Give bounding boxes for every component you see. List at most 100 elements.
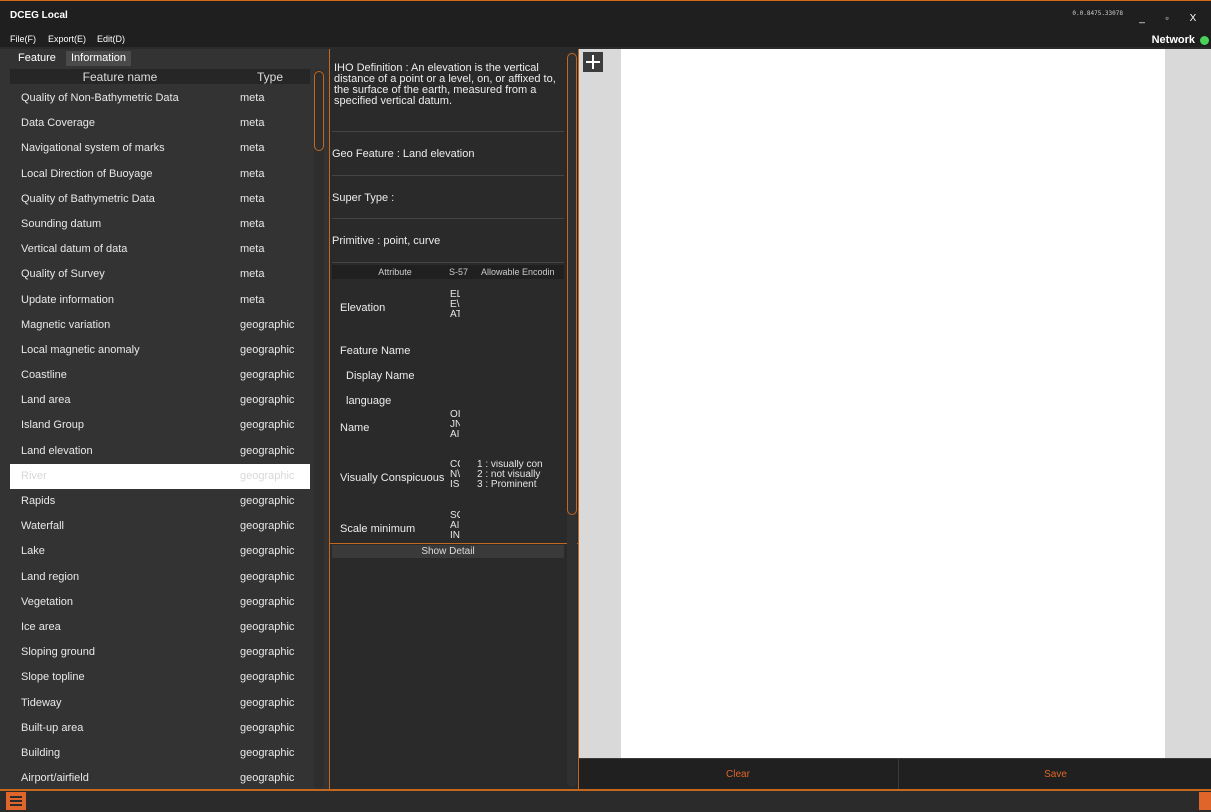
- close-button[interactable]: X: [1186, 13, 1200, 24]
- network-status-label: Network: [1151, 34, 1195, 46]
- feature-type-cell: geographic: [240, 369, 295, 382]
- feature-name-cell: Island Group: [21, 419, 84, 432]
- table-row[interactable]: Tideway geographic: [10, 691, 310, 716]
- table-row[interactable]: Magnetic variation geographic: [10, 313, 310, 338]
- column-header-attribute[interactable]: Attribute: [342, 267, 448, 277]
- feature-name-cell: Coastline: [21, 369, 67, 382]
- information-scroll-thumb[interactable]: [567, 53, 577, 515]
- table-row[interactable]: Quality of Non-Bathymetric Data meta: [10, 86, 310, 111]
- table-row[interactable]: Airport/airfield geographic: [10, 766, 310, 791]
- table-row[interactable]: Land area geographic: [10, 388, 310, 413]
- attribute-s57-cell: OI JN AI: [450, 410, 460, 440]
- feature-name-cell: Local magnetic anomaly: [21, 343, 140, 356]
- table-row[interactable]: River geographic: [10, 463, 310, 489]
- feature-type-cell: geographic: [240, 343, 295, 356]
- table-row[interactable]: Vegetation geographic: [10, 590, 310, 615]
- information-scrollbar[interactable]: [567, 51, 577, 787]
- feature-name-cell: Navigational system of marks: [21, 142, 165, 155]
- show-detail-button[interactable]: Show Detail: [332, 545, 564, 558]
- table-row[interactable]: Sloping ground geographic: [10, 640, 310, 665]
- feature-name-cell: Airport/airfield: [21, 772, 89, 785]
- geo-feature-label: Geo Feature : Land elevation: [332, 133, 564, 176]
- table-row[interactable]: Local magnetic anomaly geographic: [10, 338, 310, 363]
- attribute-s57-cell: EL E\ AT: [450, 290, 460, 320]
- super-type-label: Super Type :: [332, 177, 564, 219]
- feature-type-cell: geographic: [240, 394, 295, 407]
- table-row[interactable]: Vertical datum of data meta: [10, 237, 310, 262]
- app-title: DCEG Local: [10, 10, 68, 21]
- feature-name-cell: Sounding datum: [21, 217, 102, 230]
- primitive-label: Primitive : point, curve: [332, 220, 564, 263]
- feature-list: Quality of Non-Bathymetric Data meta Data …: [10, 86, 310, 791]
- minimize-button[interactable]: _: [1135, 13, 1149, 24]
- feature-name-cell: Waterfall: [21, 520, 64, 533]
- table-row[interactable]: Sounding datum meta: [10, 212, 310, 237]
- table-row[interactable]: Update information meta: [10, 288, 310, 313]
- table-row[interactable]: Lake geographic: [10, 539, 310, 564]
- feature-type-cell: geographic: [240, 721, 295, 734]
- feature-type-cell: geographic: [240, 444, 295, 457]
- clear-button[interactable]: Clear: [579, 759, 897, 789]
- feature-type-cell: meta: [240, 268, 265, 281]
- attribute-s57-cell: CC N\ IS: [450, 460, 460, 490]
- table-row[interactable]: Slope topline geographic: [10, 665, 310, 690]
- column-header-type[interactable]: Type: [230, 70, 310, 84]
- save-button[interactable]: Save: [898, 759, 1211, 789]
- table-row[interactable]: Waterfall geographic: [10, 514, 310, 539]
- table-row[interactable]: Coastline geographic: [10, 363, 310, 388]
- menu-edit[interactable]: Edit(D): [97, 34, 125, 44]
- add-icon[interactable]: [583, 52, 603, 72]
- attribute-table: Elevation EL E\ AT Feature Name Display Nam…: [332, 280, 564, 542]
- feature-type-cell: meta: [240, 192, 265, 205]
- table-row[interactable]: Rapids geographic: [10, 489, 310, 514]
- feature-type-cell: geographic: [240, 620, 295, 633]
- table-row[interactable]: Quality of Survey meta: [10, 262, 310, 287]
- feature-type-cell: geographic: [240, 495, 295, 507]
- table-row[interactable]: Quality of Bathymetric Data meta: [10, 187, 310, 212]
- feature-name-cell: Vertical datum of data: [21, 243, 128, 256]
- tab-information[interactable]: Information: [66, 51, 132, 66]
- table-row[interactable]: Island Group geographic: [10, 413, 310, 438]
- feature-type-cell: geographic: [240, 469, 295, 482]
- feature-name-cell: Rapids: [21, 495, 56, 507]
- feature-type-cell: geographic: [240, 419, 295, 432]
- action-bar: Clear Save: [579, 758, 1211, 789]
- feature-name-cell: Land region: [21, 570, 80, 583]
- column-header-s57[interactable]: S-57: [449, 267, 468, 277]
- feature-name-cell: Building: [21, 746, 61, 759]
- feature-type-cell: geographic: [240, 570, 295, 583]
- feature-name-cell: Slope topline: [21, 671, 85, 684]
- maximize-button[interactable]: ▫: [1160, 13, 1174, 23]
- table-row[interactable]: Built-up area geographic: [10, 716, 310, 741]
- feature-type-cell: geographic: [240, 595, 295, 608]
- table-row[interactable]: Local Direction of Buoyage meta: [10, 162, 310, 187]
- attribute-s57-cell: SC AI IN: [450, 511, 460, 541]
- menu-bar: File(F) Export(E) Edit(D) Network: [0, 32, 1211, 47]
- table-row[interactable]: Land region geographic: [10, 565, 310, 590]
- table-row[interactable]: Building geographic: [10, 741, 310, 766]
- feature-name-cell: Land area: [21, 394, 71, 407]
- feature-name-cell: Ice area: [21, 620, 61, 633]
- feature-type-cell: meta: [240, 217, 265, 230]
- tab-feature[interactable]: Feature: [13, 51, 61, 66]
- feature-name-cell: Land elevation: [21, 444, 93, 457]
- feature-name-cell: Quality of Non-Bathymetric Data: [21, 92, 179, 104]
- column-header-feature-name[interactable]: Feature name: [10, 70, 230, 84]
- table-row[interactable]: Data Coverage meta: [10, 111, 310, 136]
- feature-type-cell: meta: [240, 293, 265, 306]
- table-row[interactable]: Land elevation geographic: [10, 439, 310, 464]
- feature-type-cell: meta: [240, 243, 265, 256]
- column-header-allowable-encoding[interactable]: Allowable Encodin: [481, 267, 564, 277]
- panel-toggle-icon[interactable]: [1199, 792, 1211, 810]
- feature-list-scrollbar[interactable]: [314, 69, 324, 789]
- menu-file[interactable]: File(F): [10, 34, 36, 44]
- network-status-icon: [1200, 36, 1209, 45]
- table-row[interactable]: Navigational system of marks meta: [10, 136, 310, 161]
- feature-list-scroll-thumb[interactable]: [314, 71, 324, 151]
- menu-export[interactable]: Export(E): [48, 34, 86, 44]
- drawing-canvas[interactable]: [621, 49, 1165, 758]
- table-row[interactable]: Ice area geographic: [10, 615, 310, 640]
- feature-type-cell: meta: [240, 142, 265, 155]
- list-menu-icon[interactable]: [6, 792, 26, 810]
- feature-type-cell: geographic: [240, 646, 295, 659]
